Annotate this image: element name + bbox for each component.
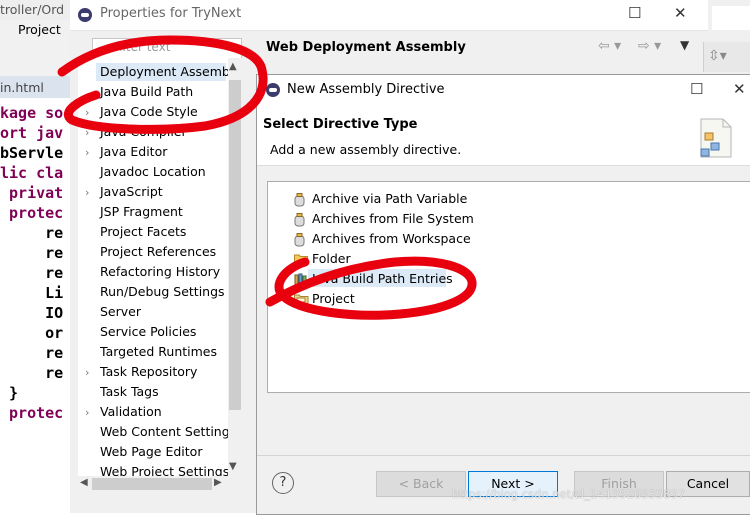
red-annotation-marks	[57, 35, 477, 320]
